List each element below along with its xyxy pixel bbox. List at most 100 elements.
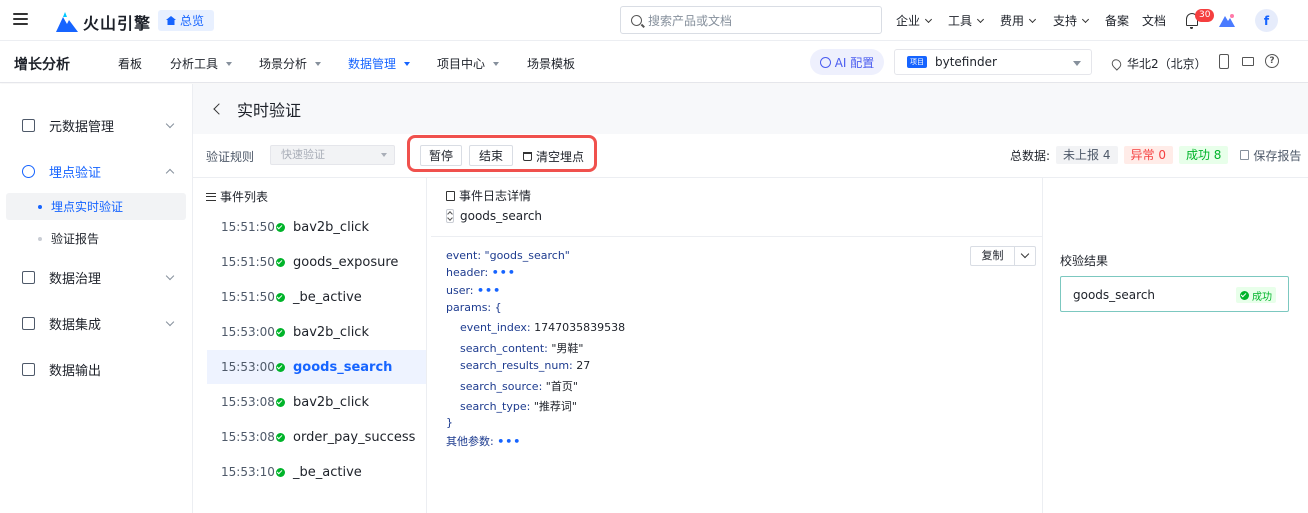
ai-config-button[interactable]: AI 配置 (810, 49, 884, 75)
code-value: 27 (576, 359, 591, 372)
caret-down-icon (404, 61, 411, 66)
event-row[interactable]: 15:51:50 bav2b_click (207, 210, 426, 244)
menu-enterprise[interactable]: 企业 (896, 12, 933, 29)
event-time: 15:53:00 (221, 325, 275, 339)
menu-billing-label: 费用 (1000, 14, 1025, 28)
nav-project-center-label: 项目中心 (437, 57, 486, 71)
expand-ellipsis[interactable]: ••• (477, 284, 501, 297)
success-badge[interactable]: 成功 8 (1178, 146, 1229, 164)
success-check-icon (276, 362, 285, 372)
rule-select[interactable]: 快速验证 (270, 145, 395, 165)
sidebar-item-data-output[interactable]: 数据输出 (0, 357, 193, 381)
unreported-badge[interactable]: 未上报 4 (1056, 146, 1118, 164)
chevron-down-icon (1028, 15, 1037, 23)
link-docs[interactable]: 文档 (1142, 12, 1166, 29)
success-check-icon (276, 222, 285, 232)
sidebar-item-data-integration[interactable]: 数据集成 (0, 311, 193, 335)
cube-icon (22, 362, 35, 376)
region-label: 华北2（北京） (1127, 57, 1207, 71)
end-button[interactable]: 结束 (469, 145, 513, 166)
link-filing[interactable]: 备案 (1105, 12, 1129, 29)
code-value: 1747035839538 (534, 321, 626, 334)
menu-tools-label: 工具 (948, 14, 973, 28)
nav-scenario-templates[interactable]: 场景模板 (527, 55, 575, 72)
event-list: 事件列表 15:51:50 bav2b_click 15:51:50 goods_e… (193, 178, 427, 513)
code-key: header: (446, 266, 489, 279)
code-key: search_source: (460, 380, 543, 393)
menu-billing[interactable]: 费用 (1000, 12, 1037, 29)
result-card[interactable]: goods_search 成功 (1060, 276, 1289, 312)
mountain-icon[interactable] (1219, 13, 1235, 27)
code-key: 其他参数: (446, 435, 494, 448)
page-title: 实时验证 (237, 101, 302, 120)
nav-analysis-tools[interactable]: 分析工具 (170, 55, 233, 72)
event-row[interactable]: 15:53:08 order_pay_success (207, 420, 426, 454)
event-detail-name: goods_search (460, 209, 543, 223)
avatar[interactable]: f (1255, 9, 1278, 32)
code-value: "男鞋" (551, 342, 584, 355)
success-check-icon (276, 327, 285, 337)
back-icon[interactable] (213, 103, 225, 115)
expand-ellipsis[interactable]: ••• (497, 435, 521, 448)
event-time: 15:53:00 (221, 360, 275, 374)
nav-project-center[interactable]: 项目中心 (437, 55, 500, 72)
clear-events-button[interactable]: 清空埋点 (523, 148, 584, 165)
search-icon (631, 14, 642, 26)
pause-button[interactable]: 暂停 (420, 145, 462, 166)
help-icon[interactable]: ? (1265, 54, 1279, 68)
menu-icon[interactable] (13, 13, 28, 25)
nav-scenario-analysis[interactable]: 场景分析 (259, 55, 322, 72)
event-name: order_pay_success (293, 429, 416, 445)
event-row[interactable]: 15:51:50 _be_active (207, 280, 426, 314)
top-bar: 火山引擎 总览 搜索产品或文档 企业 工具 费用 支持 备案 文档 30 f (0, 0, 1308, 41)
menu-support[interactable]: 支持 (1053, 12, 1090, 29)
overview-button[interactable]: 总览 (158, 10, 215, 31)
event-switcher[interactable]: goods_search (446, 209, 542, 223)
sidebar-subitem-verify-report[interactable]: 验证报告 (6, 225, 186, 252)
sidebar-item-data-governance[interactable]: 数据治理 (0, 265, 193, 289)
event-list-header: 事件列表 (206, 188, 268, 205)
chevron-down-icon[interactable] (1015, 247, 1035, 265)
verify-result: 校验结果 goods_search 成功 (1042, 178, 1308, 513)
sidebar-subitem-realtime-verify[interactable]: 埋点实时验证 (6, 193, 186, 220)
event-row[interactable]: 15:51:50 goods_exposure (207, 245, 426, 279)
caret-down-icon (315, 61, 322, 66)
copy-label: 复制 (971, 247, 1015, 265)
logo[interactable]: 火山引擎 (56, 10, 151, 34)
code-param-line: search_type: "推荐词" (460, 398, 577, 414)
code-other-line[interactable]: 其他参数: ••• (446, 433, 521, 449)
menu-tools[interactable]: 工具 (948, 12, 985, 29)
up-down-icon[interactable] (446, 209, 454, 223)
nav-dashboard[interactable]: 看板 (118, 55, 142, 72)
sidebar-item-tracking-verify[interactable]: 埋点验证 (0, 159, 193, 183)
search-input[interactable]: 搜索产品或文档 (620, 6, 882, 34)
code-user-line[interactable]: user: ••• (446, 284, 501, 297)
nav-data-management[interactable]: 数据管理 (348, 55, 411, 72)
project-tag: 项目 (907, 56, 927, 68)
event-row[interactable]: 15:53:08 bav2b_click (207, 385, 426, 419)
chevron-down-icon (165, 271, 175, 281)
chevron-down-icon (924, 15, 933, 23)
mobile-icon[interactable] (1219, 54, 1229, 69)
event-row[interactable]: 15:53:10 _be_active (207, 455, 426, 489)
tracking-icon (22, 164, 35, 178)
event-name: bav2b_click (293, 324, 369, 340)
region-selector[interactable]: 华北2（北京） (1109, 55, 1207, 72)
expand-ellipsis[interactable]: ••• (492, 266, 516, 279)
event-row-selected[interactable]: 15:53:00 goods_search (207, 350, 426, 384)
project-select[interactable]: 项目 bytefinder (894, 49, 1092, 75)
code-param-line: event_index: 1747035839538 (460, 321, 625, 334)
status-badge: 成功 (1236, 287, 1276, 303)
copy-button[interactable]: 复制 (970, 246, 1036, 266)
logo-text: 火山引擎 (83, 14, 152, 33)
code-params-open: params: { (446, 301, 502, 314)
code-param-line: search_content: "男鞋" (460, 340, 584, 356)
abnormal-badge[interactable]: 异常 0 (1123, 146, 1173, 164)
mail-icon[interactable] (1242, 57, 1254, 66)
toolbar: 验证规则 快速验证 暂停 结束 清空埋点 总数据: 未上报 4 异常 0 成功 … (193, 134, 1308, 178)
code-header-line[interactable]: header: ••• (446, 266, 516, 279)
sidebar-item-metadata[interactable]: 元数据管理 (0, 113, 193, 137)
event-row[interactable]: 15:53:00 bav2b_click (207, 315, 426, 349)
save-report-button[interactable]: 保存报告 (1240, 147, 1301, 164)
result-event-name: goods_search (1073, 288, 1156, 302)
